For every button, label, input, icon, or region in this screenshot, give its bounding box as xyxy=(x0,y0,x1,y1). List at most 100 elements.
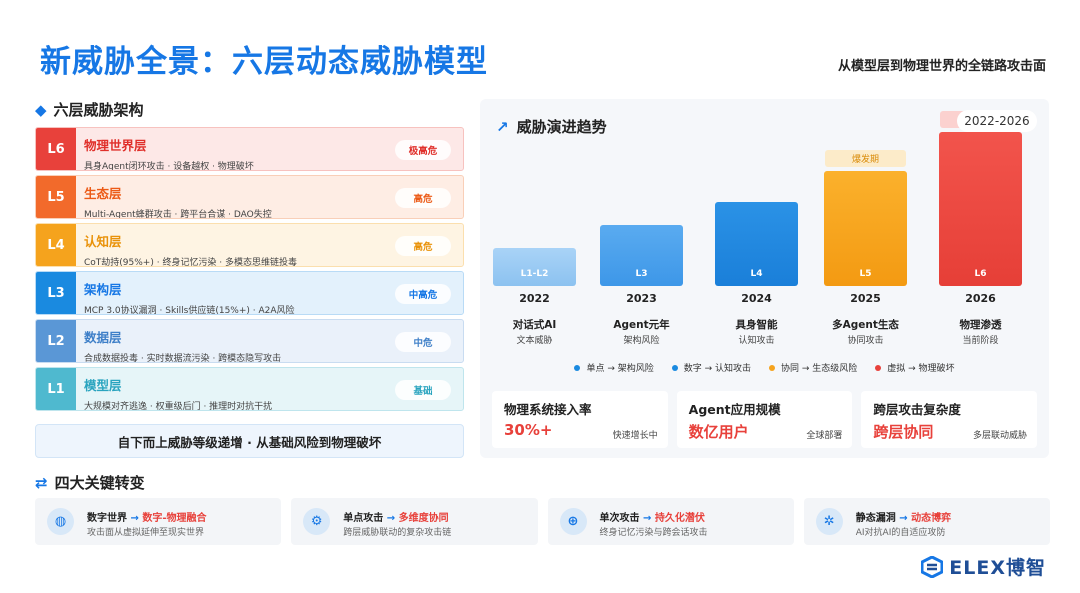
stage-label: 物理渗透 xyxy=(959,319,1002,331)
trend-bar-2026: L6 xyxy=(939,131,1022,286)
year-label: 2022 xyxy=(519,292,550,305)
stat-card: 物理系统接入率 30%+ 快速增长中 xyxy=(492,391,668,448)
trend-bar-2022: L1-L2 xyxy=(493,248,576,286)
swap-icon: ⇄ xyxy=(35,473,48,492)
legend-label: 虚拟 → 物理破坏 xyxy=(887,364,955,374)
layer-id: L1 xyxy=(36,368,76,410)
legend-label: 单点 → 架构风险 xyxy=(586,364,654,374)
page-title: 新威胁全景：六层动态威胁模型 xyxy=(40,44,488,80)
stage-sub-label: 文本威胁 xyxy=(516,336,553,346)
stage-label: 具身智能 xyxy=(735,319,778,331)
brand-logo: ELEX博智 xyxy=(921,553,1046,580)
layer-body: 模型层 大规模对齐逃逸 · 权重级后门 · 推理时对抗干扰 基础 xyxy=(76,368,463,410)
legend-dot-icon xyxy=(671,364,678,371)
layer-body: 物理世界层 具身Agent闭环攻击 · 设备越权 · 物理破坏 极高危 xyxy=(76,128,463,170)
stat-value: 跨层协同 xyxy=(873,423,934,441)
risk-level-badge: 中危 xyxy=(395,332,451,352)
stat-card: Agent应用规模 数亿用户 全球部署 xyxy=(676,391,853,448)
legend-dot-icon xyxy=(769,364,775,371)
stage-label: Agent元年 xyxy=(613,319,670,331)
legend-item: 协同 → 生态级风险 xyxy=(769,361,857,374)
layer-desc: 大规模对齐逃逸 · 权重级后门 · 推理时对抗干扰 xyxy=(84,402,273,411)
arch-footnote: 自下而上威胁等级递增 · 从基础风险到物理破坏 xyxy=(35,424,464,458)
risk-level-badge: 极高危 xyxy=(395,140,451,160)
legend-label: 数字 → 认知攻击 xyxy=(683,364,751,374)
stat-cards: 物理系统接入率 30%+ 快速增长中 Agent应用规模 数亿用户 全球部署 跨层攻击复杂度… xyxy=(492,391,1038,448)
stat-card: 跨层攻击复杂度 跨层协同 多层联动威胁 xyxy=(861,391,1038,448)
legend-label: 协同 → 生态级风险 xyxy=(781,364,858,374)
page-subtitle: 从模型层到物理世界的全链路攻击面 xyxy=(837,59,1046,74)
transition-title: 单点攻击 → 多维度协同 xyxy=(343,509,448,524)
year-label: 2026 xyxy=(965,292,996,305)
layer-row-l1: L1 模型层 大规模对齐逃逸 · 权重级后门 · 推理时对抗干扰 基础 xyxy=(35,367,464,411)
layer-desc: MCP 3.0协议漏洞 · Skills供应链(15%+) · A2A风险 xyxy=(84,306,295,315)
layer-row-l5: L5 生态层 Multi-Agent蜂群攻击 · 跨平台合谋 · DAO失控 高危 xyxy=(35,175,464,219)
stage-label: 多Agent生态 xyxy=(832,319,899,331)
layer-id: L3 xyxy=(36,272,76,314)
trend-bar-2025: L5 xyxy=(824,170,907,286)
stat-label: 跨层攻击复杂度 xyxy=(873,402,961,417)
bar-note-2025: 爆发期 xyxy=(825,149,906,167)
transition-title: 数字世界 → 数字-物理融合 xyxy=(87,509,207,524)
stage-sub-label: 当前阶段 xyxy=(962,336,999,346)
trend-legend: 单点 → 架构风险 数字 → 认知攻击 协同 → 生态级风险 虚拟 → 物理破坏 xyxy=(480,361,1049,374)
transition-cards: ◍ 数字世界 → 数字-物理融合 攻击面从虚拟延伸至现实世界 ⚙ 单点攻击 → 多维度协… xyxy=(35,498,1050,545)
transitions-heading: ⇄ 四大关键转变 xyxy=(35,472,145,493)
trend-bar-2023: L3 xyxy=(600,224,683,286)
layer-desc: Multi-Agent蜂群攻击 · 跨平台合谋 · DAO失控 xyxy=(84,210,272,219)
bug-icon: ✲ xyxy=(815,508,843,535)
trend-heading-label: 威胁演进趋势 xyxy=(516,118,607,136)
transition-card: ◍ 数字世界 → 数字-物理融合 攻击面从虚拟延伸至现实世界 xyxy=(35,498,282,545)
transition-to: 数字-物理融合 xyxy=(142,513,207,524)
layer-list: L6 物理世界层 具身Agent闭环攻击 · 设备越权 · 物理破坏 极高危 L5 生态层… xyxy=(35,127,464,415)
legend-item: 虚拟 → 物理破坏 xyxy=(875,361,955,374)
layer-body: 生态层 Multi-Agent蜂群攻击 · 跨平台合谋 · DAO失控 高危 xyxy=(76,176,463,218)
arrow-right-icon: → xyxy=(383,513,399,524)
layer-id: L6 xyxy=(36,128,76,170)
arrow-right-icon: → xyxy=(639,513,655,524)
stat-note: 快速增长中 xyxy=(612,431,658,441)
layer-row-l2: L2 数据层 合成数据投毒 · 实时数据流污染 · 跨模态隐写攻击 中危 xyxy=(35,319,464,363)
risk-level-badge: 中高危 xyxy=(395,284,451,304)
transition-card: ⚙ 单点攻击 → 多维度协同跨层威胁联动的复杂攻击链 xyxy=(291,498,538,545)
layer-body: 架构层 MCP 3.0协议漏洞 · Skills供应链(15%+) · A2A风险… xyxy=(76,272,463,314)
layers-icon: ◆ xyxy=(35,100,47,119)
trend-up-icon: ↗ xyxy=(496,117,509,136)
layer-id: L4 xyxy=(36,224,76,266)
crosshair-icon: ⊕ xyxy=(559,508,587,535)
arch-heading: ◆ 六层威胁架构 xyxy=(35,99,144,120)
transition-card: ✲ 静态漏洞 → 动态博弈 AI对抗AI的自适应攻防 xyxy=(803,498,1050,545)
risk-level-badge: 高危 xyxy=(395,236,451,256)
transition-from: 静态漏洞 xyxy=(855,513,896,524)
layer-desc: CoT劫持(95%+) · 终身记忆污染 · 多模态思维链投毒 xyxy=(84,258,298,267)
year-label: 2025 xyxy=(850,292,881,305)
arrow-right-icon: → xyxy=(895,513,912,524)
layer-body: 数据层 合成数据投毒 · 实时数据流污染 · 跨模态隐写攻击 中危 xyxy=(76,320,463,362)
legend-item: 单点 → 架构风险 xyxy=(574,361,654,374)
year-label: 2023 xyxy=(626,292,657,305)
transition-desc: 跨层威胁联动的复杂攻击链 xyxy=(343,528,452,538)
transition-to: 多维度协同 xyxy=(398,513,449,524)
transitions-heading-label: 四大关键转变 xyxy=(54,474,145,492)
arrow-right-icon: → xyxy=(127,513,143,524)
globe-icon: ◍ xyxy=(47,508,74,535)
transition-card: ⊕ 单次攻击 → 持久化潜伏 终身记忆污染与跨会话攻击 xyxy=(547,498,794,545)
stat-label: Agent应用规模 xyxy=(688,402,781,417)
stat-note: 全球部署 xyxy=(806,431,843,441)
transition-title: 静态漏洞 → 动态博弈 xyxy=(856,509,951,524)
layer-desc: 具身Agent闭环攻击 · 设备越权 · 物理破坏 xyxy=(84,162,254,171)
transition-to: 持久化潜伏 xyxy=(654,513,705,524)
layer-row-l6: L6 物理世界层 具身Agent闭环攻击 · 设备越权 · 物理破坏 极高危 xyxy=(35,127,464,171)
legend-dot-icon xyxy=(875,364,882,371)
network-icon: ⚙ xyxy=(303,508,331,535)
trend-panel: L1-L2 2022 对话式AI 文本威胁 L3 2023 Agent元年 架构风险 L4 202… xyxy=(480,99,1049,458)
trend-bar-2024: L4 xyxy=(715,201,798,286)
arch-heading-label: 六层威胁架构 xyxy=(53,101,144,119)
layer-body: 认知层 CoT劫持(95%+) · 终身记忆污染 · 多模态思维链投毒 高危 xyxy=(76,224,463,266)
stat-label: 物理系统接入率 xyxy=(504,402,592,417)
transition-desc: 终身记忆污染与跨会话攻击 xyxy=(599,528,708,538)
legend-dot-icon xyxy=(574,364,581,371)
layer-row-l3: L3 架构层 MCP 3.0协议漏洞 · Skills供应链(15%+) · A2A… xyxy=(35,271,464,315)
transition-desc: AI对抗AI的自适应攻防 xyxy=(855,528,946,538)
transition-to: 动态博弈 xyxy=(911,513,952,524)
